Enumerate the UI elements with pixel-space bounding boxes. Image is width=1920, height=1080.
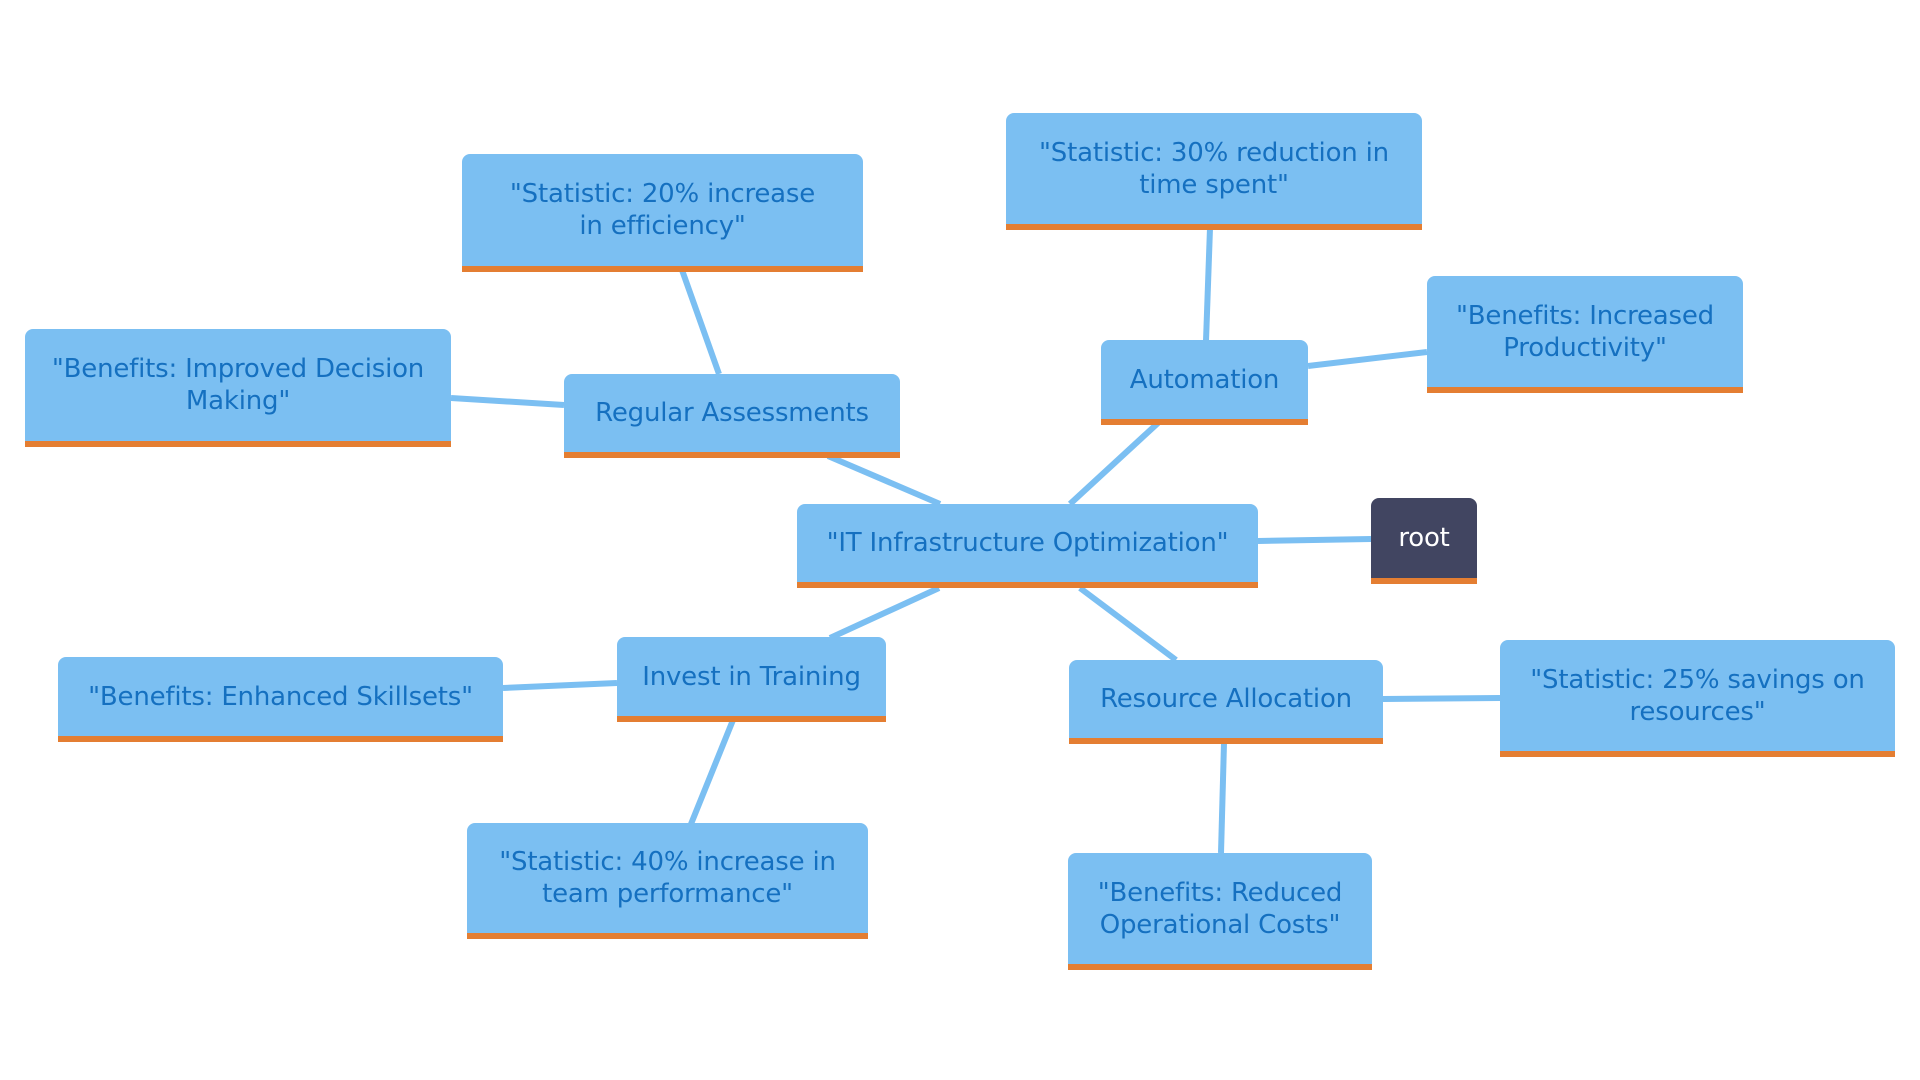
node-root[interactable]: root (1371, 498, 1477, 584)
mindmap-canvas: root "IT Infrastructure Optimization" Re… (0, 0, 1920, 1080)
node-statistic-30-time-spent[interactable]: "Statistic: 30% reduction in time spent" (1006, 113, 1422, 230)
node-label: Regular Assessments (595, 398, 869, 428)
node-benefits-enhanced-skillsets[interactable]: "Benefits: Enhanced Skillsets" (58, 657, 503, 742)
node-regular-assessments[interactable]: Regular Assessments (564, 374, 900, 458)
node-invest-in-training[interactable]: Invest in Training (617, 637, 886, 722)
node-label: "Statistic: 30% reduction in time spent" (1039, 137, 1389, 200)
node-benefits-reduced-operational-costs[interactable]: "Benefits: Reduced Operational Costs" (1068, 853, 1372, 970)
node-label: Resource Allocation (1100, 684, 1352, 714)
node-label: "Benefits: Reduced Operational Costs" (1097, 877, 1343, 940)
edge-training-stat40 (688, 718, 736, 826)
node-label: Invest in Training (642, 661, 861, 692)
node-benefits-improved-decision-making[interactable]: "Benefits: Improved Decision Making" (25, 329, 451, 447)
edge-regular-stat20 (679, 268, 722, 376)
node-label: "IT Infrastructure Optimization" (826, 528, 1229, 558)
edge-automation-benefit-productivity (1307, 349, 1428, 369)
edge-training-benefit-skillsets (502, 680, 618, 691)
edge-center-regular (826, 453, 942, 507)
edge-center-automation (1067, 420, 1161, 507)
edge-center-resource (1078, 585, 1178, 663)
node-label: "Statistic: 40% increase in team perform… (499, 847, 836, 909)
edge-resource-benefit-costs (1218, 742, 1227, 854)
node-statistic-40-team-performance[interactable]: "Statistic: 40% increase in team perform… (467, 823, 868, 939)
edge-regular-benefit-decision (450, 395, 565, 408)
edge-center-training (828, 585, 941, 641)
edge-resource-stat25 (1382, 695, 1501, 702)
node-statistic-20-efficiency[interactable]: "Statistic: 20% increase in efficiency" (462, 154, 863, 272)
edge-automation-stat30 (1203, 227, 1213, 342)
node-resource-allocation[interactable]: Resource Allocation (1069, 660, 1383, 744)
node-label: "Statistic: 25% savings on resources" (1530, 664, 1865, 727)
edge-center-root (1257, 536, 1372, 544)
node-statistic-25-savings[interactable]: "Statistic: 25% savings on resources" (1500, 640, 1895, 757)
node-automation[interactable]: Automation (1101, 340, 1308, 425)
node-label: "Statistic: 20% increase in efficiency" (509, 179, 816, 241)
node-label: root (1398, 523, 1450, 553)
node-label: "Benefits: Increased Productivity" (1456, 300, 1714, 363)
node-label: "Benefits: Improved Decision Making" (51, 354, 425, 416)
node-it-infrastructure-optimization[interactable]: "IT Infrastructure Optimization" (797, 504, 1258, 588)
node-benefits-increased-productivity[interactable]: "Benefits: Increased Productivity" (1427, 276, 1743, 393)
node-label: "Benefits: Enhanced Skillsets" (88, 681, 473, 712)
node-label: Automation (1129, 364, 1280, 395)
